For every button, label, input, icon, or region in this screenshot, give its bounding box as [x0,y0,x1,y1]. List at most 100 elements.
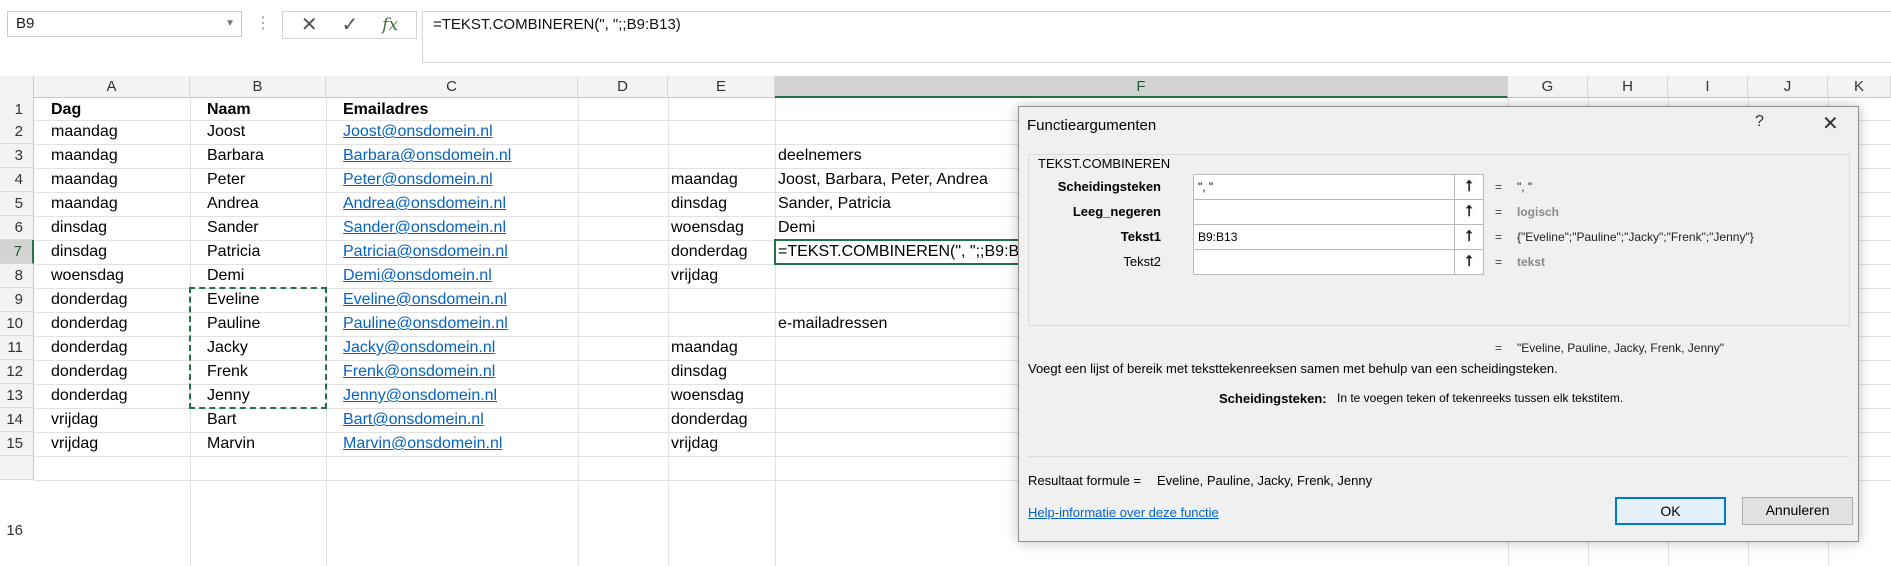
cell-b13[interactable]: Jenny [204,384,250,408]
cell-f10[interactable]: e-mailadressen [775,312,887,336]
row-header-13[interactable]: 13 [0,384,34,408]
cell-a9[interactable]: donderdag [48,288,128,312]
email-link[interactable]: Joost@onsdomein.nl [340,120,493,144]
collapse-dialog-icon[interactable]: ⭡ [1455,224,1484,250]
cell-a13[interactable]: donderdag [48,384,128,408]
email-link[interactable]: Andrea@onsdomein.nl [340,192,506,216]
email-link[interactable]: Frenk@onsdomein.nl [340,360,495,384]
column-header-a[interactable]: A [34,76,190,98]
cell-a11[interactable]: donderdag [48,336,128,360]
column-header-k[interactable]: K [1828,76,1891,98]
email-link[interactable]: Jacky@onsdomein.nl [340,336,495,360]
row-header-7[interactable]: 7 [0,240,34,264]
cell-e6[interactable]: woensdag [668,216,744,240]
collapse-dialog-icon[interactable]: ⭡ [1455,249,1484,275]
row-header-9[interactable]: 9 [0,288,34,312]
cell-e12[interactable]: dinsdag [668,360,727,384]
cell-b12[interactable]: Frenk [204,360,248,384]
cell-b11[interactable]: Jacky [204,336,248,360]
help-link[interactable]: Help-informatie over deze functie [1028,505,1219,520]
cell-e5[interactable]: dinsdag [668,192,727,216]
column-header-d[interactable]: D [578,76,668,98]
cell-b1[interactable]: Naam [204,98,251,122]
cell-a2[interactable]: maandag [48,120,118,144]
email-link[interactable]: Patricia@onsdomein.nl [340,240,508,264]
name-box[interactable]: B9 ▼ [7,11,242,37]
cell-e4[interactable]: maandag [668,168,738,192]
cell-a4[interactable]: maandag [48,168,118,192]
cell-a15[interactable]: vrijdag [48,432,98,456]
argument-input[interactable] [1193,249,1455,275]
cancel-button[interactable]: Annuleren [1742,497,1853,525]
row-header-16[interactable]: 16 [0,456,34,539]
row-header-2[interactable]: 2 [0,120,34,144]
email-link[interactable]: Barbara@onsdomein.nl [340,144,511,168]
cell-e8[interactable]: vrijdag [668,264,718,288]
row-header-1[interactable]: 1 [0,98,34,122]
cell-a12[interactable]: donderdag [48,360,128,384]
email-link[interactable]: Pauline@onsdomein.nl [340,312,508,336]
row-header-14[interactable]: 14 [0,408,34,432]
argument-input[interactable]: ", " [1193,174,1455,200]
row-header-12[interactable]: 12 [0,360,34,384]
cell-e15[interactable]: vrijdag [668,432,718,456]
email-link[interactable]: Peter@onsdomein.nl [340,168,493,192]
cell-a8[interactable]: woensdag [48,264,124,288]
cell-e7[interactable]: donderdag [668,240,748,264]
column-header-f[interactable]: F [775,76,1508,98]
argument-input[interactable] [1193,199,1455,225]
cell-e11[interactable]: maandag [668,336,738,360]
column-header-e[interactable]: E [668,76,775,98]
cell-b9[interactable]: Eveline [204,288,259,312]
cell-f6[interactable]: Demi [775,216,815,240]
cell-a7[interactable]: dinsdag [48,240,107,264]
cell-a14[interactable]: vrijdag [48,408,98,432]
row-header-10[interactable]: 10 [0,312,34,336]
close-icon[interactable]: ✕ [1822,111,1839,136]
cell-a6[interactable]: dinsdag [48,216,107,240]
enter-formula-icon[interactable]: ✓ [342,12,359,38]
column-header-g[interactable]: G [1508,76,1588,98]
column-header-b[interactable]: B [190,76,326,98]
cell-b7[interactable]: Patricia [204,240,260,264]
cancel-formula-icon[interactable]: ✕ [301,12,318,38]
email-link[interactable]: Jenny@onsdomein.nl [340,384,497,408]
collapse-dialog-icon[interactable]: ⭡ [1455,174,1484,200]
formula-input[interactable]: =TEKST.COMBINEREN(", ";;B9:B13) [422,11,1891,63]
cell-a1[interactable]: Dag [48,98,81,122]
cell-b4[interactable]: Peter [204,168,245,192]
chevron-down-icon[interactable]: ▼ [225,12,235,36]
column-header-j[interactable]: J [1748,76,1828,98]
cell-b15[interactable]: Marvin [204,432,255,456]
cell-b6[interactable]: Sander [204,216,259,240]
column-header-c[interactable]: C [326,76,578,98]
row-header-4[interactable]: 4 [0,168,34,192]
cell-f4[interactable]: Joost, Barbara, Peter, Andrea [775,168,988,192]
cell-a5[interactable]: maandag [48,192,118,216]
email-link[interactable]: Demi@onsdomein.nl [340,264,492,288]
cell-e14[interactable]: donderdag [668,408,748,432]
row-header-11[interactable]: 11 [0,336,34,360]
cell-f5[interactable]: Sander, Patricia [775,192,891,216]
cell-b5[interactable]: Andrea [204,192,259,216]
row-header-15[interactable]: 15 [0,432,34,456]
cell-e13[interactable]: woensdag [668,384,744,408]
email-link[interactable]: Bart@onsdomein.nl [340,408,484,432]
email-link[interactable]: Sander@onsdomein.nl [340,216,506,240]
cell-a10[interactable]: donderdag [48,312,128,336]
cell-b8[interactable]: Demi [204,264,244,288]
cell-a3[interactable]: maandag [48,144,118,168]
row-header-8[interactable]: 8 [0,264,34,288]
column-header-h[interactable]: H [1588,76,1668,98]
help-icon[interactable]: ? [1755,113,1764,131]
email-link[interactable]: Eveline@onsdomein.nl [340,288,507,312]
email-link[interactable]: Marvin@onsdomein.nl [340,432,502,456]
cell-f7[interactable]: =TEKST.COMBINEREN(", ";;B9:B1 [775,240,1028,264]
row-header-5[interactable]: 5 [0,192,34,216]
row-header-3[interactable]: 3 [0,144,34,168]
collapse-dialog-icon[interactable]: ⭡ [1455,199,1484,225]
argument-input[interactable]: B9:B13 [1193,224,1455,250]
row-header-6[interactable]: 6 [0,216,34,240]
cell-b3[interactable]: Barbara [204,144,264,168]
insert-function-icon[interactable]: fx [382,12,398,38]
